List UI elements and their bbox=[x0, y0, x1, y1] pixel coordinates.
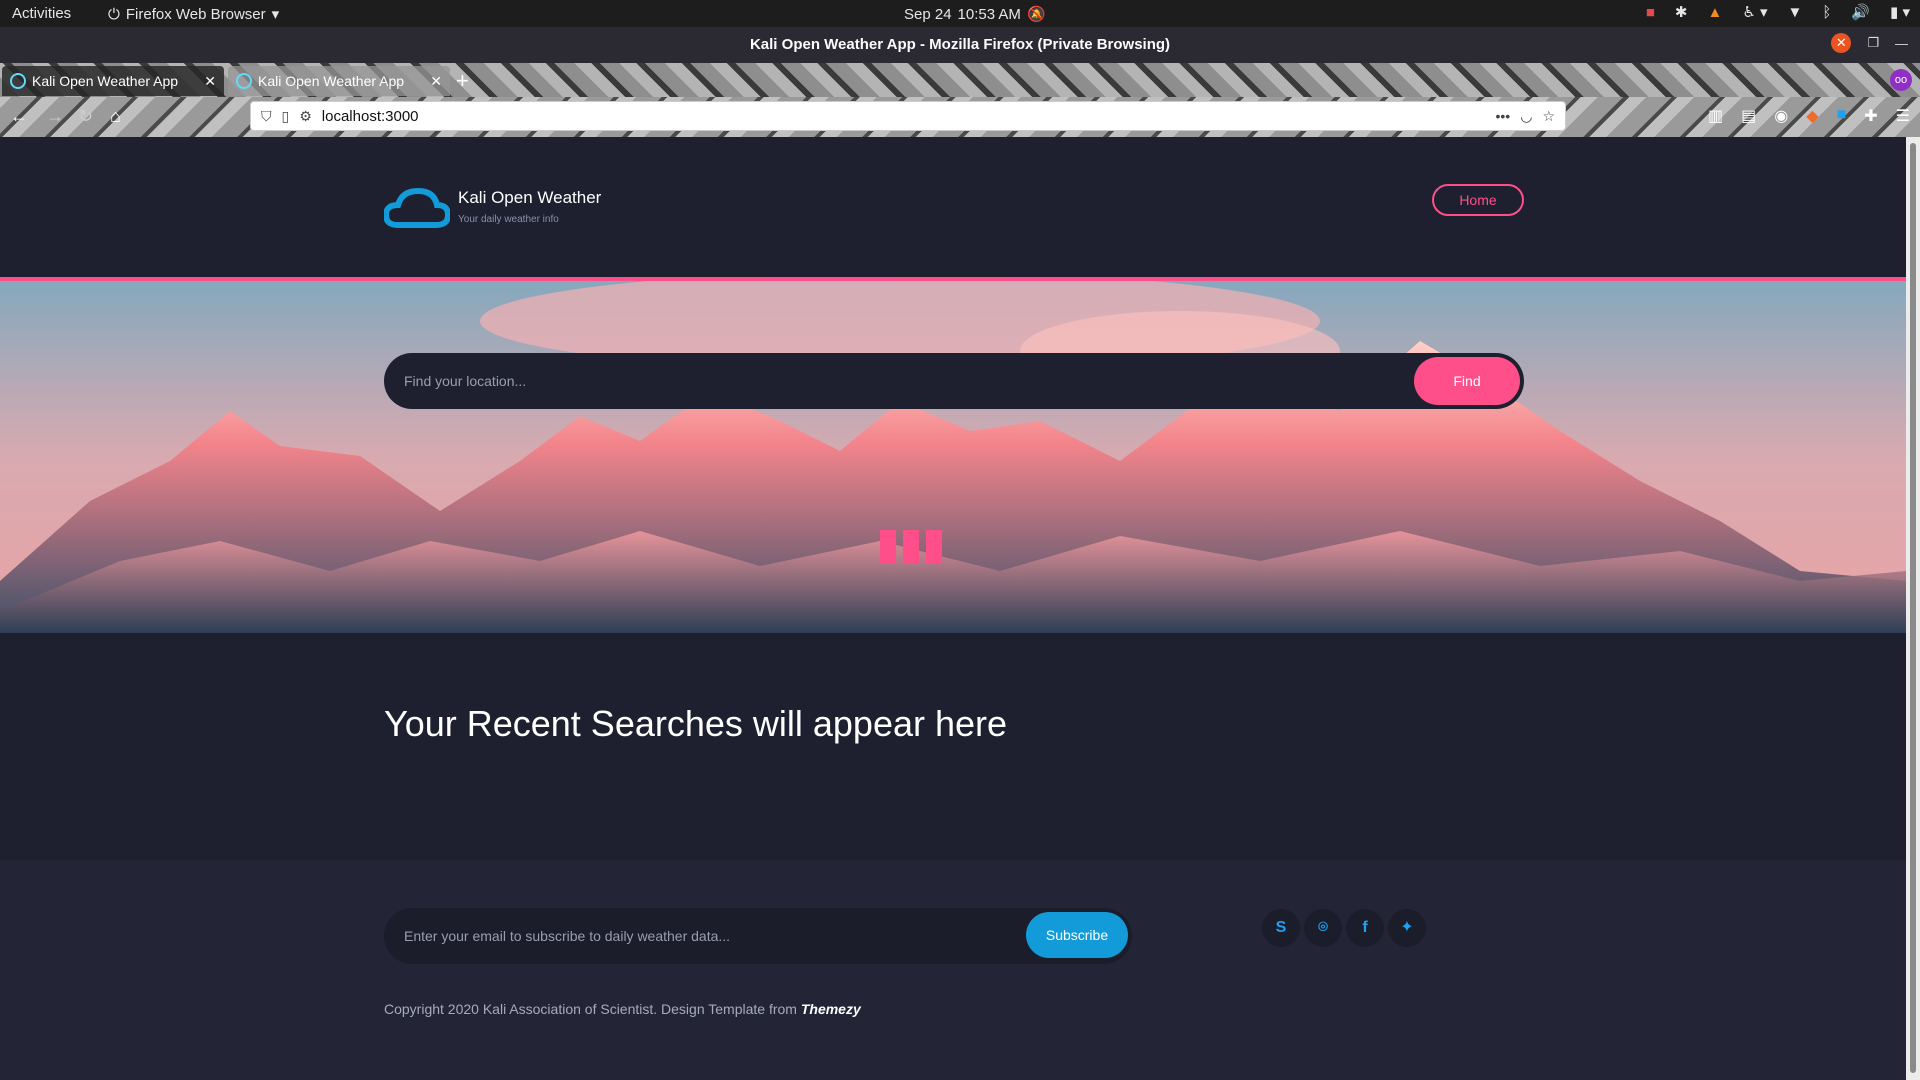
find-button[interactable]: Find bbox=[1414, 357, 1520, 405]
account-icon[interactable]: ◉ bbox=[1774, 106, 1788, 126]
accessibility-icon[interactable]: ♿ ▾ bbox=[1742, 3, 1767, 21]
close-window-icon[interactable]: ✕ bbox=[1831, 33, 1852, 53]
tab-strip: Kali Open Weather App ✕ Kali Open Weathe… bbox=[0, 63, 1920, 97]
window-title-bar: Kali Open Weather App - Mozilla Firefox … bbox=[0, 27, 1920, 63]
forward-icon[interactable]: → bbox=[46, 106, 64, 127]
loader-bar bbox=[903, 530, 919, 564]
page-actions-icon[interactable]: ••• bbox=[1496, 108, 1511, 124]
tab-label: Kali Open Weather App bbox=[32, 73, 179, 89]
system-top-bar: Activities ⏻ Firefox Web Browser ▾ Sep 2… bbox=[0, 0, 1920, 27]
close-tab-icon[interactable]: ✕ bbox=[430, 73, 442, 90]
tab-kali-weather-2[interactable]: Kali Open Weather App ✕ bbox=[228, 66, 450, 96]
themezy-link[interactable]: Themezy bbox=[801, 1001, 861, 1017]
tray-app-icon[interactable]: ■ bbox=[1646, 4, 1655, 21]
subscribe-form: Subscribe bbox=[384, 908, 1132, 964]
react-favicon-icon bbox=[10, 73, 26, 89]
bookmark-star-icon[interactable]: ☆ bbox=[1542, 108, 1555, 125]
tab-kali-weather-1[interactable]: Kali Open Weather App ✕ bbox=[2, 66, 224, 96]
brand-title[interactable]: Kali Open Weather bbox=[458, 188, 601, 208]
copyright-label: Copyright 2020 Kali Association of Scien… bbox=[384, 1001, 801, 1017]
navigation-toolbar: ← → ↻ ⌂ ⛉ ▯ ⚙ localhost:3000 ••• ◡ ☆ ▥ ▤… bbox=[0, 97, 1920, 137]
github-icon[interactable]: ⌾ bbox=[1304, 909, 1342, 947]
site-footer: Subscribe S ⌾ f ✦ Copyright 2020 Kali As… bbox=[0, 860, 1906, 1080]
back-icon[interactable]: ← bbox=[10, 106, 28, 127]
subscribe-button[interactable]: Subscribe bbox=[1026, 912, 1128, 958]
url-text[interactable]: localhost:3000 bbox=[322, 108, 1486, 125]
app-menu[interactable]: ⏻ Firefox Web Browser ▾ bbox=[108, 5, 280, 24]
home-nav-button[interactable]: Home bbox=[1432, 184, 1524, 216]
library-icon[interactable]: ▥ bbox=[1708, 106, 1723, 126]
brand-subtitle: Your daily weather info bbox=[458, 214, 559, 225]
system-tray: ■ ✱ ▲ ♿ ▾ ▼ ᛒ 🔊 ▮ ▾ bbox=[1646, 3, 1910, 22]
facebook-icon[interactable]: f bbox=[1346, 909, 1384, 947]
wifi-icon[interactable]: ▼ bbox=[1787, 4, 1802, 21]
sidebar-icon[interactable]: ▤ bbox=[1741, 106, 1756, 126]
private-browsing-icon: oo bbox=[1890, 69, 1912, 91]
new-tab-icon[interactable]: + bbox=[456, 68, 469, 94]
window-title: Kali Open Weather App - Mozilla Firefox … bbox=[749, 36, 1171, 53]
web-page: Kali Open Weather Your daily weather inf… bbox=[0, 137, 1906, 1080]
hero-banner: Find bbox=[0, 281, 1906, 633]
app-menu-label: Firefox Web Browser bbox=[125, 5, 266, 23]
reload-icon[interactable]: ↻ bbox=[78, 106, 93, 127]
restore-window-icon[interactable]: ❐ bbox=[1867, 35, 1879, 51]
extension-icon[interactable]: ◆ bbox=[1806, 106, 1818, 126]
clock[interactable]: Sep 24 10:53 AM 🔕 bbox=[904, 5, 1046, 24]
volume-icon[interactable]: 🔊 bbox=[1851, 3, 1870, 21]
chevron-down-icon: ▾ bbox=[271, 6, 280, 23]
location-search-input[interactable] bbox=[404, 353, 1384, 409]
email-field[interactable] bbox=[404, 908, 984, 964]
extensions-icon[interactable]: ✚ bbox=[1864, 106, 1877, 126]
activities-button[interactable]: Activities bbox=[12, 5, 71, 22]
site-header: Kali Open Weather Your daily weather inf… bbox=[0, 137, 1906, 277]
skype-icon[interactable]: S bbox=[1262, 909, 1300, 947]
cloud-logo-icon bbox=[384, 187, 450, 228]
react-favicon-icon bbox=[236, 73, 252, 89]
clock-date: Sep 24 bbox=[904, 5, 952, 23]
slack-icon[interactable]: ✱ bbox=[1675, 3, 1688, 21]
home-icon[interactable]: ⌂ bbox=[110, 106, 121, 127]
menu-icon[interactable]: ☰ bbox=[1896, 106, 1910, 126]
copyright-text: Copyright 2020 Kali Association of Scien… bbox=[384, 1001, 861, 1017]
skype-extension-icon[interactable]: ■ bbox=[1837, 106, 1847, 126]
battery-icon[interactable]: ▮ ▾ bbox=[1890, 3, 1910, 21]
mountain-background-image bbox=[0, 281, 1906, 633]
firefox-icon: ⏻ bbox=[108, 5, 120, 23]
twitter-icon[interactable]: ✦ bbox=[1388, 909, 1426, 947]
scrollbar-thumb[interactable] bbox=[1910, 143, 1916, 1073]
loader-bar bbox=[926, 530, 942, 564]
recent-searches-heading: Your Recent Searches will appear here bbox=[384, 703, 1008, 744]
clock-time: 10:53 AM bbox=[957, 5, 1021, 23]
page-icon: ▯ bbox=[281, 107, 290, 124]
loading-indicator bbox=[880, 530, 942, 564]
tab-label: Kali Open Weather App bbox=[258, 73, 405, 89]
close-tab-icon[interactable]: ✕ bbox=[204, 73, 216, 90]
shield-icon[interactable]: ⛉ bbox=[261, 108, 272, 125]
minimize-window-icon[interactable]: — bbox=[1895, 36, 1908, 51]
notifications-off-icon: 🔕 bbox=[1026, 6, 1046, 23]
pocket-icon[interactable]: ◡ bbox=[1520, 108, 1532, 125]
location-search-bar: Find bbox=[384, 353, 1524, 409]
vlc-icon[interactable]: ▲ bbox=[1707, 4, 1722, 21]
social-links: S ⌾ f ✦ bbox=[1262, 909, 1426, 947]
address-bar[interactable]: ⛉ ▯ ⚙ localhost:3000 ••• ◡ ☆ bbox=[250, 101, 1566, 131]
bluetooth-icon[interactable]: ᛒ bbox=[1822, 4, 1831, 21]
permissions-icon[interactable]: ⚙ bbox=[299, 108, 312, 125]
page-scrollbar[interactable] bbox=[1906, 137, 1920, 1080]
loader-bar bbox=[880, 530, 896, 564]
